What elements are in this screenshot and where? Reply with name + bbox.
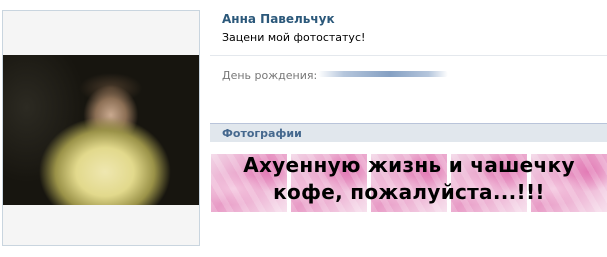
divider (210, 55, 607, 56)
photos-section-header[interactable]: Фотографии (210, 123, 607, 142)
photo-status-caption: Ахуенную жизнь и чашечку кофе, пожалуйст… (243, 153, 575, 204)
birthday-value-blurred (318, 71, 448, 77)
profile-name[interactable]: Анна Павельчук (222, 12, 335, 26)
avatar[interactable] (3, 55, 199, 205)
photos-section-title[interactable]: Фотографии (222, 127, 302, 140)
avatar-frame (2, 10, 200, 246)
status-text[interactable]: Зацени мой фотостатус! (222, 31, 365, 44)
birthday-label: День рождения: (222, 69, 318, 82)
